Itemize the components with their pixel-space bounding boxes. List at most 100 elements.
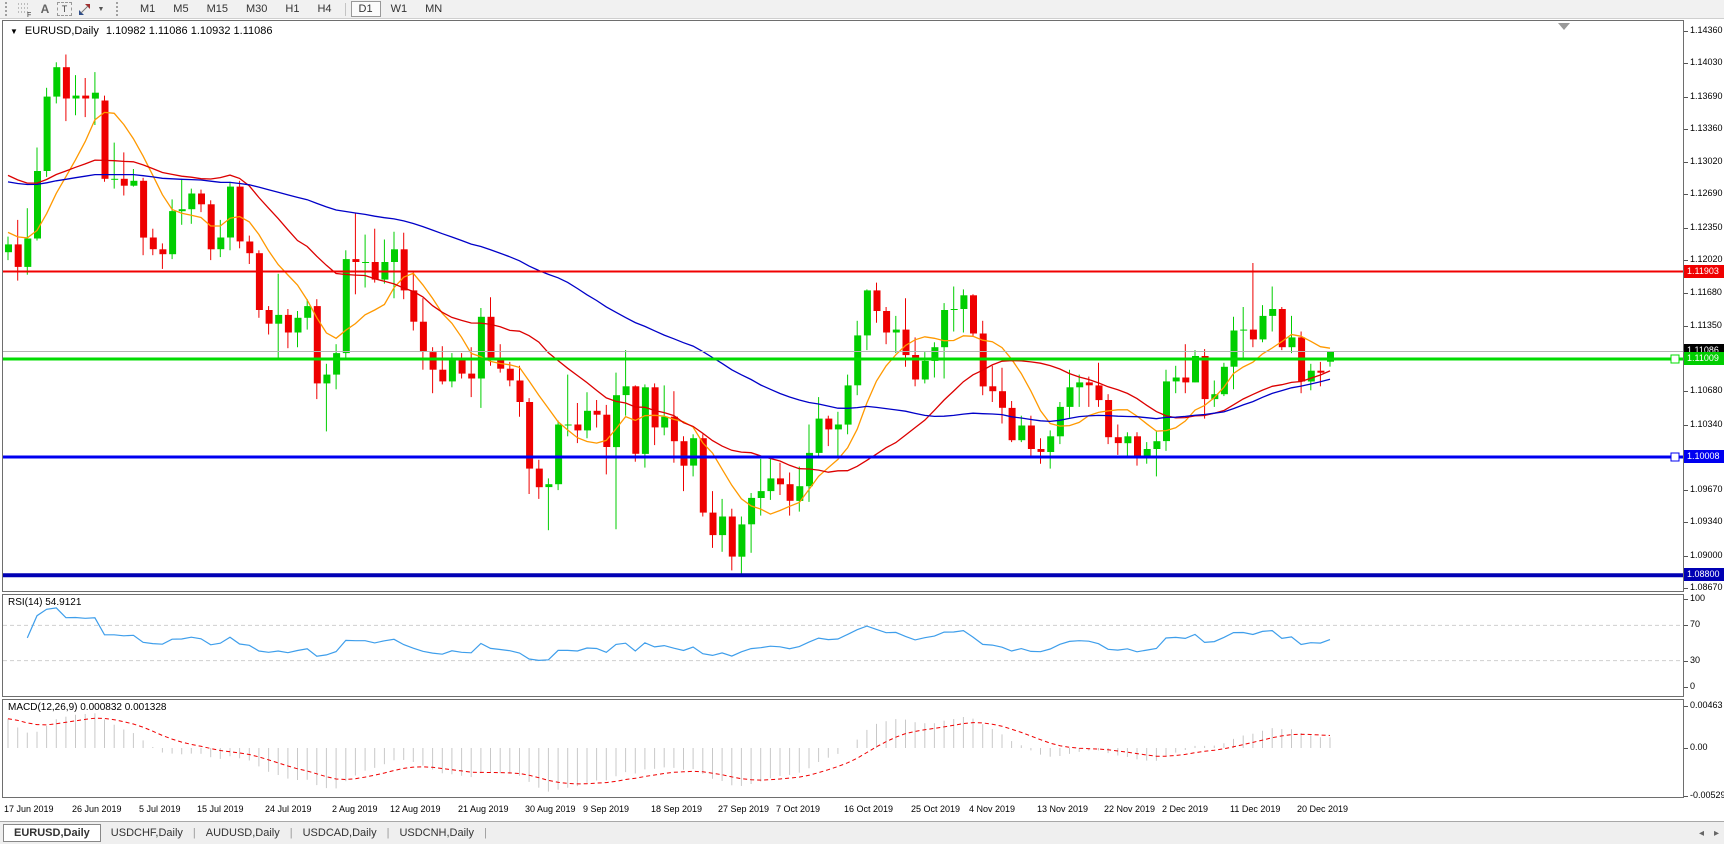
- candle: [787, 484, 794, 501]
- macd-signal-line: [8, 718, 1330, 784]
- candle: [719, 517, 726, 536]
- candle: [951, 309, 958, 310]
- timeframe-mn[interactable]: MN: [417, 1, 450, 17]
- date-axis-label: 15 Jul 2019: [197, 804, 244, 814]
- candle: [1009, 408, 1016, 440]
- rsi-axis-label: 0: [1690, 681, 1695, 691]
- candle: [333, 353, 340, 375]
- candle: [1105, 400, 1112, 437]
- rsi-panel[interactable]: RSI(14) 54.9121: [2, 594, 1684, 697]
- timeframe-h1[interactable]: H1: [277, 1, 307, 17]
- rsi-axis-label: 70: [1690, 619, 1700, 629]
- price-axis[interactable]: 1.143601.140301.136901.133601.130201.126…: [1684, 20, 1724, 800]
- timeframe-divider: [345, 3, 346, 16]
- candle: [835, 425, 842, 430]
- arrows-tool-icon[interactable]: [76, 1, 92, 17]
- timeframe-h4[interactable]: H4: [309, 1, 339, 17]
- candle: [449, 360, 456, 382]
- toolbar: F A T ▼ M1M5M15M30H1H4 D1W1MN: [0, 0, 1724, 19]
- candle: [536, 469, 543, 488]
- price-tick-mark: [1684, 97, 1688, 98]
- line-handle[interactable]: [1671, 355, 1679, 363]
- text-tool-icon[interactable]: A: [37, 1, 53, 17]
- tabs-scroll-right-icon[interactable]: ▸: [1714, 828, 1719, 839]
- date-axis-label: 20 Dec 2019: [1297, 804, 1348, 814]
- candle: [1115, 437, 1122, 443]
- fibonacci-icon: F: [17, 2, 33, 17]
- candle: [188, 194, 195, 210]
- macd-panel[interactable]: MACD(12,26,9) 0.000832 0.001328: [2, 699, 1684, 798]
- main-chart-canvas[interactable]: [3, 21, 1683, 591]
- timeframe-m15[interactable]: M15: [199, 1, 236, 17]
- candle: [343, 259, 350, 353]
- price-axis-label: 1.12020: [1690, 254, 1723, 264]
- candle: [15, 244, 22, 267]
- candle: [507, 369, 514, 381]
- candle: [989, 386, 996, 391]
- toolbar-drag-grip[interactable]: [5, 2, 10, 16]
- price-tick-mark: [1684, 162, 1688, 163]
- main-chart-panel[interactable]: ▼ EURUSD,Daily 1.10982 1.11086 1.10932 1…: [2, 20, 1684, 592]
- date-axis-label: 2 Aug 2019: [332, 804, 378, 814]
- macd-canvas[interactable]: [3, 700, 1683, 797]
- price-tick-mark: [1684, 293, 1688, 294]
- timeframe-d1[interactable]: D1: [351, 1, 381, 17]
- candle: [179, 209, 186, 211]
- tab-usdcad-daily[interactable]: USDCAD,Daily: [293, 824, 387, 842]
- candle: [681, 441, 688, 466]
- rsi-tick-mark: [1684, 661, 1688, 662]
- tab-separator: |: [484, 827, 487, 839]
- timeframe-m5[interactable]: M5: [165, 1, 196, 17]
- price-line-label: 1.10008: [1684, 450, 1724, 463]
- tab-usdcnh-daily[interactable]: USDCNH,Daily: [389, 824, 484, 842]
- candle: [970, 295, 977, 333]
- candle: [1153, 441, 1160, 449]
- candle: [410, 290, 417, 321]
- candle: [758, 491, 765, 498]
- candle: [73, 96, 80, 99]
- tab-usdchf-daily[interactable]: USDCHF,Daily: [101, 824, 193, 842]
- timeframe-m1[interactable]: M1: [132, 1, 163, 17]
- timeframe-m30[interactable]: M30: [238, 1, 275, 17]
- price-axis-label: 1.10340: [1690, 419, 1723, 429]
- date-axis-label: 24 Jul 2019: [265, 804, 312, 814]
- date-axis-label: 18 Sep 2019: [651, 804, 702, 814]
- symbol-dropdown-icon[interactable]: ▼: [10, 27, 18, 36]
- text-label-tool-icon[interactable]: T: [57, 2, 72, 16]
- candle: [1317, 371, 1324, 373]
- date-axis[interactable]: 17 Jun 201926 Jun 20195 Jul 201915 Jul 2…: [2, 799, 1684, 820]
- candle: [652, 387, 659, 427]
- price-axis-label: 1.13020: [1690, 156, 1723, 166]
- tabs-scroll-left-icon[interactable]: ◂: [1699, 828, 1704, 839]
- candle: [825, 419, 832, 430]
- price-axis-label: 1.09340: [1690, 516, 1723, 526]
- chart-shift-marker[interactable]: [1558, 23, 1570, 30]
- line-handle[interactable]: [1671, 453, 1679, 461]
- candle: [1250, 330, 1257, 340]
- candle: [565, 425, 572, 426]
- price-axis-label: 1.11680: [1690, 287, 1722, 297]
- tab-audusd-daily[interactable]: AUDUSD,Daily: [196, 824, 290, 842]
- timeframe-w1[interactable]: W1: [383, 1, 416, 17]
- candle: [208, 204, 215, 249]
- candle: [63, 67, 70, 98]
- candle: [1134, 436, 1141, 457]
- rsi-axis-label: 30: [1690, 655, 1700, 665]
- candle: [922, 361, 929, 380]
- date-axis-label: 22 Nov 2019: [1104, 804, 1155, 814]
- price-tick-mark: [1684, 260, 1688, 261]
- price-axis-label: 1.11350: [1690, 320, 1722, 330]
- price-axis-label: 1.14030: [1690, 57, 1723, 67]
- candle: [53, 67, 60, 96]
- arrows-dropdown-icon[interactable]: ▼: [93, 1, 109, 17]
- tab-eurusd-daily[interactable]: EURUSD,Daily: [3, 824, 101, 842]
- candle: [285, 315, 292, 333]
- fibonacci-tool-icon[interactable]: F: [17, 1, 33, 17]
- candle: [362, 262, 369, 263]
- price-line-label: 1.08800: [1684, 568, 1724, 581]
- candle: [159, 249, 166, 254]
- rsi-canvas[interactable]: [3, 595, 1683, 696]
- candle: [82, 96, 89, 99]
- price-tick-mark: [1684, 194, 1688, 195]
- toolbar-separator-grip[interactable]: [116, 2, 121, 16]
